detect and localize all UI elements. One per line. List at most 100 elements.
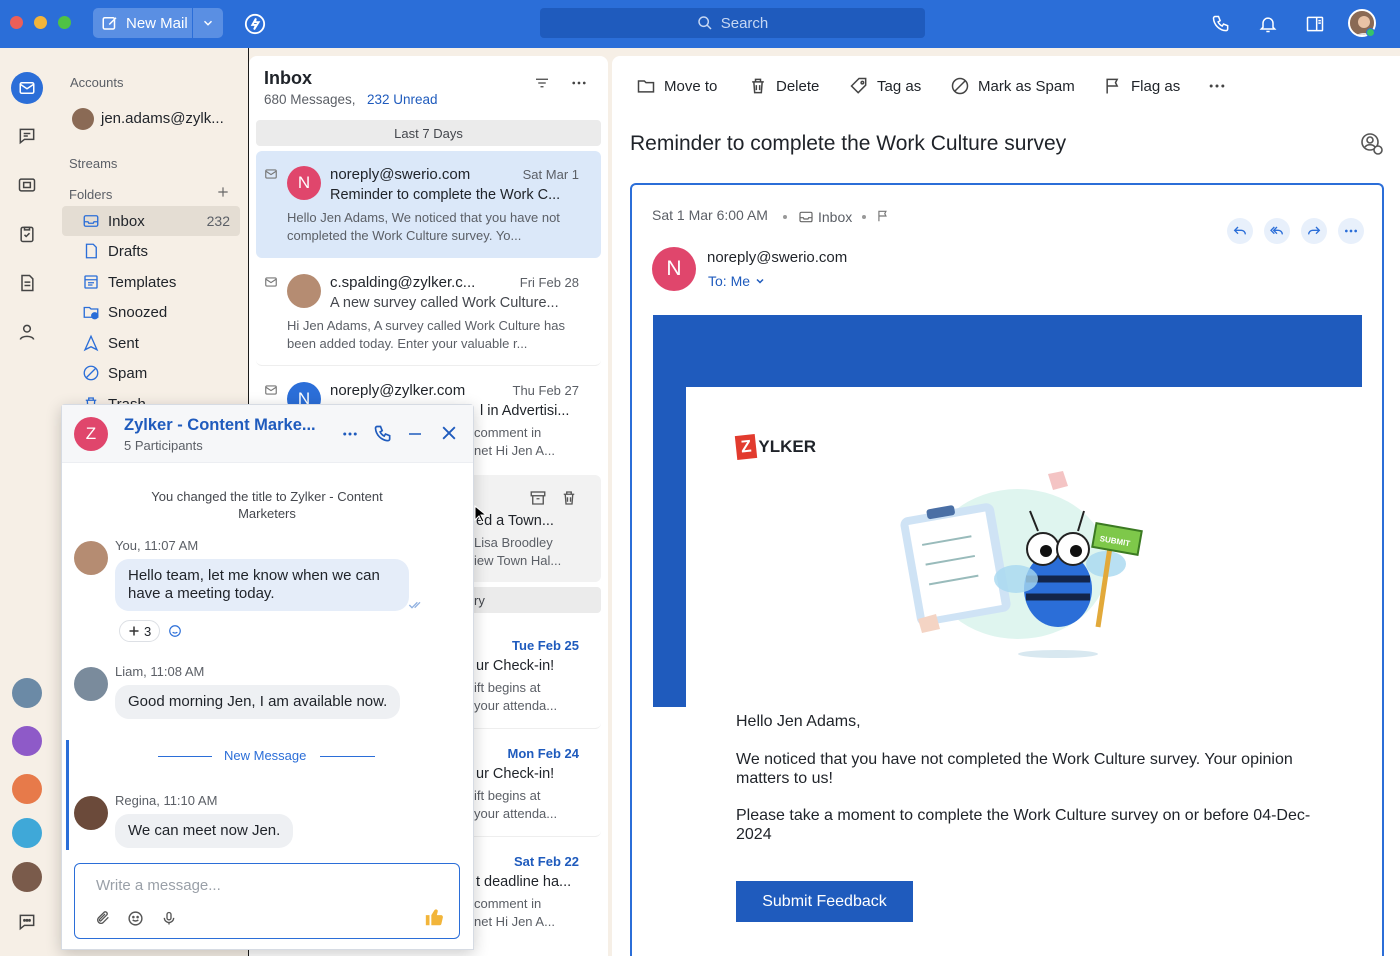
recipients-toggle[interactable]: To: Me <box>708 273 766 289</box>
folder-sent[interactable]: Sent <box>62 328 240 358</box>
chat-group-avatar[interactable] <box>12 862 42 892</box>
maximize-window-button[interactable] <box>58 16 71 29</box>
sender-email[interactable]: noreply@swerio.com <box>707 249 847 266</box>
contacts-icon[interactable] <box>11 316 43 348</box>
phone-icon[interactable] <box>1209 12 1233 36</box>
chat-title[interactable]: Zylker - Content Marke... <box>124 416 316 435</box>
forward-icon[interactable] <box>1301 218 1327 244</box>
envelope-icon[interactable] <box>264 383 278 397</box>
folder-snoozed[interactable]: Snoozed <box>62 297 240 327</box>
emoji-icon[interactable] <box>127 910 144 927</box>
survey-bee-illustration: SUBMIT <box>898 469 1158 669</box>
microphone-icon[interactable] <box>161 910 177 927</box>
mail-from: c.spalding@zylker.c... <box>330 274 476 291</box>
submit-feedback-button[interactable]: Submit Feedback <box>736 881 913 922</box>
envelope-icon[interactable] <box>264 167 278 181</box>
message-time: 11:08 AM <box>150 664 205 679</box>
mail-subject: ed a Town... <box>476 513 554 529</box>
separator-dot <box>862 215 866 219</box>
mail-item[interactable]: N noreply@swerio.com Sat Mar 1 Reminder … <box>256 151 601 258</box>
search-input[interactable]: Search <box>540 8 925 38</box>
mail-date: Tue Feb 25 <box>512 638 579 653</box>
streams-label[interactable]: Streams <box>69 156 117 171</box>
streams-icon[interactable] <box>11 169 43 201</box>
avatar <box>74 796 108 830</box>
message-bubble[interactable]: Good morning Jen, I am available now. <box>115 685 401 719</box>
flag-as-button[interactable]: Flag as <box>1103 76 1180 96</box>
tasks-icon[interactable] <box>11 218 43 250</box>
tag-as-button[interactable]: Tag as <box>849 76 921 96</box>
chat-group-avatar[interactable] <box>12 678 42 708</box>
email-paragraph: Please take a moment to complete the Wor… <box>736 807 1311 843</box>
close-icon[interactable] <box>439 423 459 443</box>
list-title: Inbox <box>264 68 312 88</box>
reply-icon[interactable] <box>1227 218 1253 244</box>
add-folder-icon[interactable] <box>216 185 230 199</box>
message-bubble[interactable]: Hello team, let me know when we can have… <box>115 559 409 611</box>
minimize-window-button[interactable] <box>34 16 47 29</box>
mail-icon[interactable] <box>11 72 43 104</box>
mail-date: Fri Feb 28 <box>519 275 579 290</box>
filter-icon[interactable] <box>533 74 551 92</box>
unread-filter-link[interactable]: 232 Unread <box>367 92 438 107</box>
move-to-label: Move to <box>664 77 718 95</box>
message-input[interactable]: Write a message... <box>96 877 221 894</box>
call-icon[interactable] <box>373 424 393 444</box>
envelope-icon[interactable] <box>264 275 278 289</box>
more-icon[interactable] <box>570 74 588 92</box>
folder-label: Inbox <box>108 212 145 230</box>
archive-icon[interactable] <box>529 489 547 507</box>
mail-date: Sat Feb 22 <box>513 854 579 869</box>
add-reaction-icon[interactable] <box>168 624 182 638</box>
bell-icon[interactable] <box>1256 12 1280 36</box>
folder-drafts[interactable]: Drafts <box>62 236 240 266</box>
chat-participants[interactable]: 5 Participants <box>124 438 203 453</box>
more-icon[interactable] <box>1338 218 1364 244</box>
delete-button[interactable]: Delete <box>748 76 819 96</box>
mail-preview: Hello Jen Adams, We noticed that you hav… <box>287 210 560 243</box>
chat-group-avatar[interactable] <box>12 726 42 756</box>
attach-icon[interactable] <box>95 910 111 926</box>
mark-spam-label: Mark as Spam <box>978 77 1075 95</box>
group-header[interactable]: Last 7 Days <box>256 120 601 146</box>
mail-date: Mon Feb 24 <box>507 746 579 761</box>
mail-folder[interactable]: Inbox <box>818 209 852 225</box>
chat-composer[interactable]: Write a message... <box>74 863 460 939</box>
mail-from: noreply@zylker.com <box>330 382 466 399</box>
participants-icon[interactable] <box>1360 132 1384 156</box>
mark-spam-button[interactable]: Mark as Spam <box>950 76 1075 96</box>
chat-icon[interactable] <box>11 120 43 152</box>
chat-more-icon[interactable] <box>340 425 360 443</box>
inbox-icon <box>798 209 814 225</box>
folder-inbox[interactable]: Inbox 232 <box>62 206 240 236</box>
reaction-chip[interactable]: 3 <box>119 620 161 642</box>
close-window-button[interactable] <box>10 16 23 29</box>
account-email[interactable]: jen.adams@zylk... <box>101 110 224 127</box>
reading-pane-icon[interactable] <box>1303 12 1327 36</box>
thumbs-up-icon[interactable] <box>424 906 446 928</box>
chat-group-avatar[interactable] <box>12 818 42 848</box>
chat-bubble-icon[interactable] <box>11 906 43 938</box>
lightning-icon[interactable] <box>243 12 267 36</box>
flag-icon[interactable] <box>876 209 890 223</box>
reply-all-icon[interactable] <box>1264 218 1290 244</box>
delete-icon[interactable] <box>560 489 578 507</box>
new-mail-dropdown[interactable] <box>193 16 223 30</box>
notes-icon[interactable] <box>11 267 43 299</box>
flag-icon <box>1103 76 1123 96</box>
move-to-button[interactable]: Move to <box>636 76 717 96</box>
avatar <box>74 667 108 701</box>
folder-templates[interactable]: Templates <box>62 267 240 297</box>
minimize-icon[interactable] <box>406 425 424 443</box>
message-bubble[interactable]: We can meet now Jen. <box>115 814 294 848</box>
folder-label: Snoozed <box>108 303 168 321</box>
to-label: To: Me <box>708 273 751 289</box>
mail-preview: comment in <box>474 425 542 440</box>
folder-spam[interactable]: Spam <box>62 358 240 388</box>
more-actions-icon[interactable] <box>1207 76 1227 96</box>
message-meta: Liam, 11:08 AM <box>115 664 204 679</box>
new-mail-button[interactable]: New Mail <box>93 8 223 38</box>
chat-group-avatar[interactable] <box>12 774 42 804</box>
message-meta: Regina, 11:10 AM <box>115 793 217 808</box>
mail-item[interactable]: c.spalding@zylker.c... Fri Feb 28 A new … <box>256 259 601 366</box>
